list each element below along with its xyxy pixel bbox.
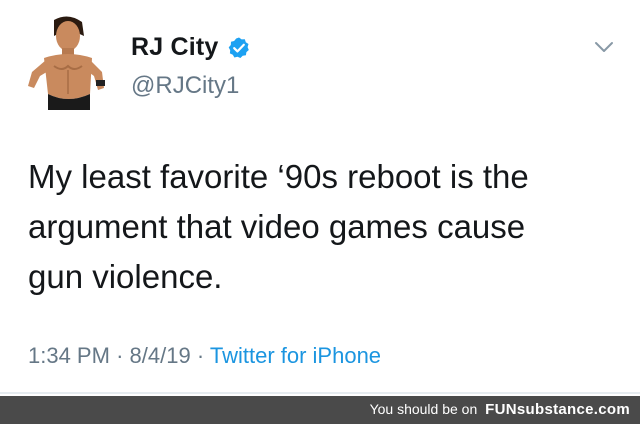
watermark-brand[interactable]: FUNsubstance.com	[485, 401, 630, 418]
author-handle[interactable]: @RJCity1	[131, 72, 239, 100]
verified-badge-icon	[228, 37, 249, 58]
tweet-date[interactable]: 8/4/19	[130, 343, 191, 368]
avatar[interactable]	[24, 14, 110, 110]
display-name[interactable]: RJ City	[131, 33, 219, 62]
tweet-text-line: argument that video games cause	[28, 208, 526, 245]
tweet-text-line: My least favorite ‘90s reboot is the	[28, 158, 529, 195]
divider	[0, 392, 640, 394]
watermark-text: You should be on FUNsubstance.com	[370, 401, 630, 418]
author-name-row[interactable]: RJ City	[131, 33, 251, 62]
meta-separator: ·	[116, 343, 124, 368]
tweet-meta: 1:34 PM · 8/4/19 · Twitter for iPhone	[28, 343, 381, 369]
tweet-text: My least favorite ‘90s reboot is the arg…	[28, 152, 618, 302]
tweet-time[interactable]: 1:34 PM	[28, 343, 110, 368]
watermark-prefix: You should be on	[369, 401, 478, 417]
tweet-source-link[interactable]: Twitter for iPhone	[210, 343, 381, 368]
watermark-footer: You should be on FUNsubstance.com	[0, 396, 640, 424]
tweet-card: RJ City @RJCity1 My least favorite ‘90s …	[0, 0, 640, 394]
tweet-text-line: gun violence.	[28, 258, 223, 295]
meta-separator: ·	[196, 343, 205, 368]
chevron-down-icon[interactable]	[594, 40, 614, 54]
